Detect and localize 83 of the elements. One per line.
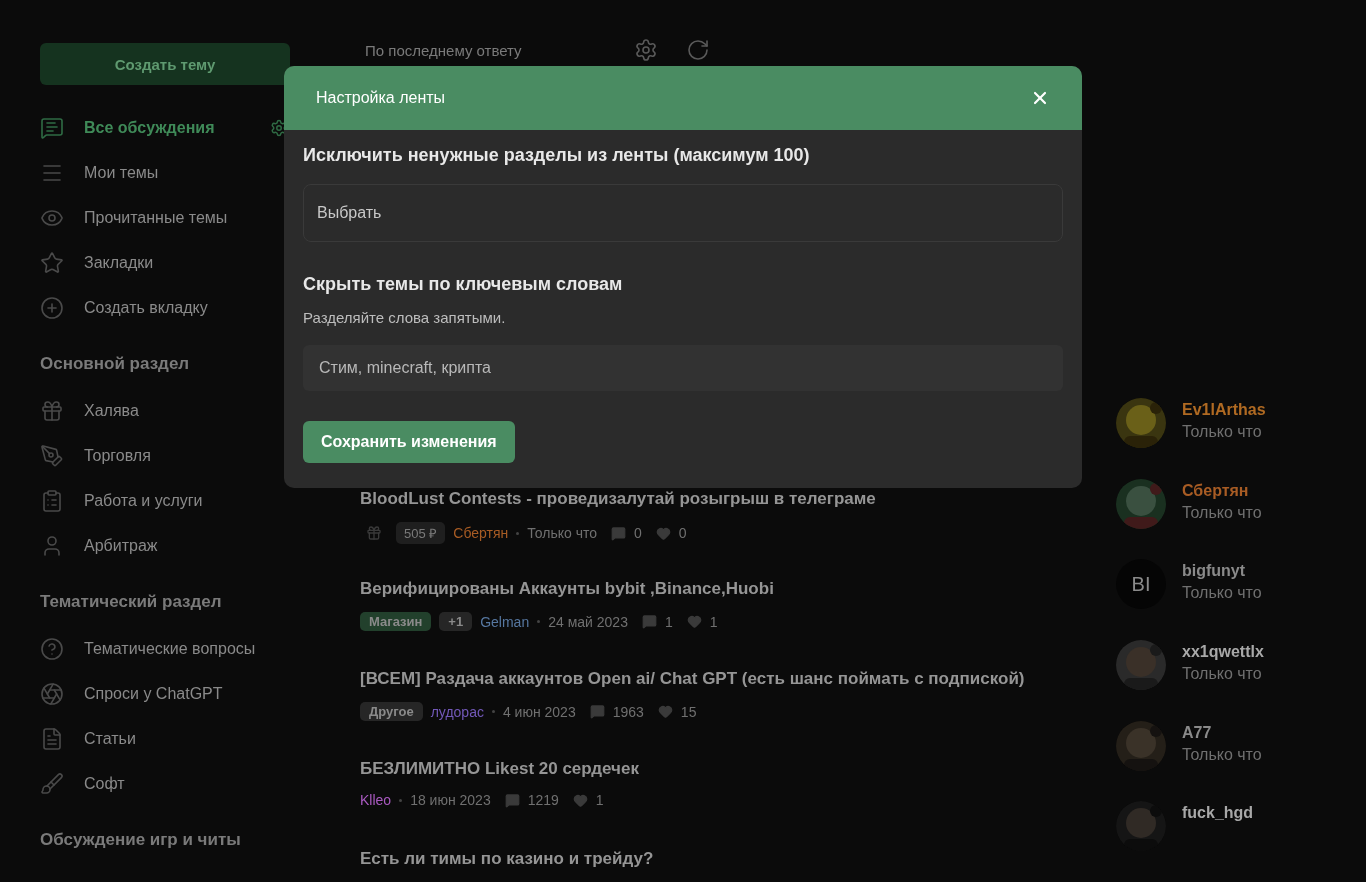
sidebar-item[interactable]: Закладки [40,240,290,285]
activity-time: Только что [1182,745,1262,764]
dialog-title: Настройка ленты [316,89,446,107]
sidebar-item[interactable]: Мои темы [40,150,290,195]
settings-icon[interactable] [633,38,658,62]
user-name[interactable]: bigfunyt [1182,562,1262,581]
section-title: Обсуждение игр и читы [40,830,242,851]
heart-icon [572,792,588,808]
thread-tag[interactable]: +1 [439,612,473,631]
section-title: Тематический раздел [40,592,223,613]
heart-icon [686,614,702,629]
thread-tag[interactable]: Другое [360,702,423,721]
chat-icon [40,115,64,140]
star-icon [40,250,64,275]
sidebar-item[interactable]: Работа и услуги [40,478,290,523]
section-title: Основной раздел [40,354,191,375]
thread-tag[interactable]: Магазин [360,612,432,631]
user-name[interactable]: fuck_hgd [1182,804,1254,823]
sidebar-item[interactable]: Торговля [40,433,290,478]
like-count: 1 [595,792,604,808]
like-count: 15 [680,703,697,720]
section-heading: Исключить ненужные разделы из ленты (максимум 100) [303,145,811,166]
heart-icon [657,704,673,719]
gift-icon [40,398,64,423]
user-name[interactable]: A77 [1182,723,1262,742]
thread-title[interactable]: Есть ли тимы по казино и трейду? [360,848,1086,870]
sidebar-item[interactable]: Арбитраж [40,523,290,568]
author-name[interactable]: Gelman [480,613,530,630]
gift-icon [366,525,382,541]
section-heading: Скрыть темы по ключевым словам [303,274,624,295]
document-icon [40,726,64,751]
activity-time: Только что [1182,423,1263,441]
comment-count: 1963 [612,703,644,720]
thread-title[interactable]: BloodLust Contests - проведизалутай розыгрыш в телеграме [360,488,1086,510]
comment-icon [641,614,657,629]
comment-icon [611,525,626,541]
comment-count: 0 [634,525,642,541]
aperture-icon [40,681,64,706]
pen-icon [40,443,64,468]
post-time: 18 июн 2023 [410,792,491,808]
keywords-field[interactable]: Стим, minecraft, крипта [303,345,1063,391]
field-hint: Разделяйте слова запятыми. [303,309,507,326]
like-count: 0 [678,525,687,541]
prize-amount: 505 ₽ [396,522,446,544]
comment-icon [589,704,605,719]
comment-icon [504,792,520,808]
plus-circle-icon [40,295,64,320]
author-name[interactable]: лудорас [430,703,484,720]
sidebar-item[interactable]: Прочитанные темы [40,195,290,240]
question-icon [40,636,64,661]
user-name[interactable]: Сбертян [1182,481,1262,500]
author-name[interactable]: Сбертян [453,525,509,541]
refresh-icon[interactable] [685,38,710,62]
comment-count: 1 [664,613,673,630]
thread-title[interactable]: Верифицированы Аккаунты bybit ,Binance,Huobi [360,578,1086,600]
brush-icon [40,771,64,796]
sidebar-item[interactable]: Создать вкладку [40,285,290,330]
section-select[interactable]: Выбрать [303,184,1063,242]
clipboard-icon [40,488,64,513]
sidebar-item[interactable]: Софт [40,761,290,806]
post-time: 4 июн 2023 [502,703,576,720]
user-avatar[interactable]: BI [1116,559,1166,610]
save-button[interactable]: Сохранить изменения [303,421,515,463]
sidebar-item[interactable]: Спроси у ChatGPT [40,671,290,716]
like-count: 1 [709,613,718,630]
activity-time: Только что [1182,503,1262,522]
activity-time: Только что [1182,584,1262,603]
create-topic-button[interactable]: Создать тему [40,43,290,85]
user-name[interactable]: Ev1lArthas [1182,401,1266,419]
sidebar-item[interactable]: Все обсуждения [40,105,290,150]
sort-dropdown[interactable]: По последнему ответу [365,41,522,59]
user-name[interactable]: xx1qwettlx [1182,643,1264,661]
thread-title[interactable]: БЕЗЛИМИТНО Likest 20 сердечек [360,758,1086,780]
sidebar-item[interactable]: Статьи [40,716,290,761]
heart-icon [655,525,671,541]
activity-time: Только что [1182,665,1263,683]
author-name[interactable]: Klleo [360,792,392,808]
post-time: Только что [527,525,597,541]
thread-title[interactable]: [ВСЕМ] Раздача аккаунтов Open ai/ Chat GPT (есть шанс поймать с подпиской) [360,668,1086,690]
post-time: 24 май 2023 [548,613,628,630]
sidebar-item[interactable]: Тематические вопросы [40,626,290,671]
sidebar-item[interactable]: Халява [40,388,290,433]
comment-count: 1219 [527,792,559,808]
